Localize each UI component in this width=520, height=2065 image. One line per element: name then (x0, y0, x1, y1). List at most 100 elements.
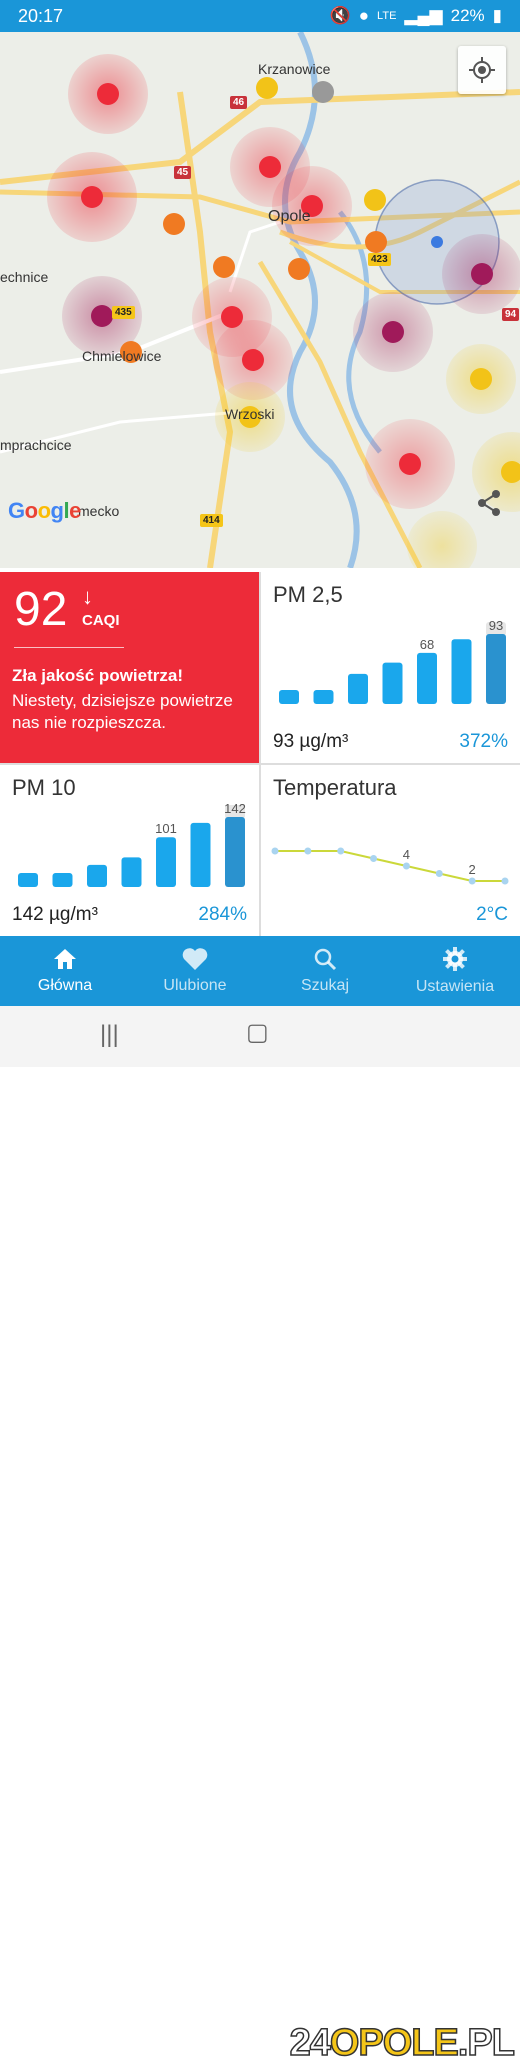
temperature-point (402, 862, 410, 870)
sensor-marker[interactable] (364, 189, 386, 211)
metrics-grid: 92 ↓ CAQI Zła jakość powietrza! Niestety… (0, 572, 520, 936)
road-shield: 46 (230, 96, 248, 109)
road-shield: 423 (368, 253, 391, 266)
bar-mark (417, 652, 437, 704)
bar-mark (190, 822, 211, 887)
nav-settings[interactable]: Ustawienia (390, 936, 520, 1006)
sensor-marker[interactable] (221, 306, 243, 328)
sensor-marker[interactable] (81, 186, 103, 208)
bar-mark (451, 639, 472, 704)
nav-search[interactable]: Szukaj (260, 936, 390, 1006)
temperature-point (271, 847, 279, 855)
nav-home-label: Główna (37, 977, 93, 994)
sensor-marker[interactable] (399, 453, 421, 475)
sensor-marker[interactable] (256, 77, 278, 99)
network-label: LTE (377, 10, 397, 22)
bar-value-label: 142 (224, 801, 246, 816)
map-label-domecko: mecko (78, 503, 120, 519)
temperature-point (435, 870, 443, 877)
caqi-headline: Zła jakość powietrza! (12, 666, 183, 685)
sensor-marker[interactable] (213, 256, 235, 278)
trend-down-icon: ↓ (82, 584, 93, 609)
crosshair-icon (469, 57, 495, 83)
temperature-point (304, 847, 312, 855)
map-label-chmielowice: Chmielowice (82, 348, 162, 364)
bar-mark (382, 662, 403, 704)
bar-mark (313, 690, 334, 704)
bar-mark (121, 857, 142, 887)
pm10-percent: 284% (198, 904, 247, 925)
nav-search-label: Szukaj (300, 977, 350, 994)
caqi-description: Niestety, dzisiejsze powietrze nas nie r… (12, 691, 233, 732)
nav-settings-label: Ustawienia (415, 978, 495, 995)
temperature-point (370, 855, 378, 862)
recent-apps-icon[interactable]: ||| (100, 1021, 119, 1049)
bar-value-label: 101 (155, 821, 177, 836)
sensor-marker[interactable] (470, 368, 492, 390)
caqi-unit: CAQI (82, 612, 120, 629)
sensor-marker[interactable] (163, 213, 185, 235)
battery-percent: 22% (450, 6, 485, 25)
sensor-marker[interactable] (312, 81, 334, 103)
bar-value-label: 93 (489, 618, 503, 633)
pm25-percent: 372% (459, 731, 508, 752)
sensor-marker[interactable] (288, 258, 310, 280)
my-location-button[interactable] (458, 46, 506, 94)
map-label-wrzoski: Wrzoski (225, 406, 275, 422)
watermark-logo: 24OPOLE.PL (289, 2021, 516, 2065)
bar-mark (486, 634, 506, 704)
bar-value-label: 68 (420, 637, 434, 652)
status-bar: 20:17 🔇 ● LTE ▂▄▆ 22% ▮ (0, 0, 520, 32)
sensor-marker[interactable] (91, 305, 113, 327)
status-time: 20:17 (18, 5, 64, 26)
sensor-marker[interactable] (382, 321, 404, 343)
temperature-point (337, 847, 345, 855)
battery-icon: ▮ (492, 6, 502, 25)
nav-home[interactable]: Główna (0, 936, 130, 1006)
gear-icon (443, 947, 467, 971)
caqi-tile[interactable]: 92 ↓ CAQI Zła jakość powietrza! Niestety… (0, 572, 259, 763)
heart-icon (182, 948, 208, 970)
google-logo: Google (8, 498, 81, 523)
map-label-krzanowice: Krzanowice (258, 61, 331, 77)
pm10-title: PM 10 (12, 775, 76, 800)
map-label-prachcice: mprachcice (0, 437, 72, 453)
status-icons: 🔇 ● LTE ▂▄▆ 22% ▮ (330, 6, 502, 26)
temperature-label: 4 (403, 847, 410, 862)
bottom-navigation: Główna Ulubione Szukaj Ustawienia (0, 936, 520, 1006)
location-icon: ● (358, 6, 370, 25)
caqi-value: 92 (14, 583, 68, 636)
sensor-marker[interactable] (242, 349, 264, 371)
bar-mark (279, 690, 299, 704)
map-label-opole: Opole (268, 208, 311, 225)
sensor-marker[interactable] (501, 461, 520, 483)
pm10-value: 142 µg/m³ (12, 904, 98, 925)
temperature-value: 2°C (476, 904, 508, 925)
sensor-marker[interactable] (365, 231, 387, 253)
road-shield: 94 (502, 308, 520, 321)
sensor-marker[interactable] (259, 156, 281, 178)
sensor-marker[interactable] (471, 263, 493, 285)
bar-mark (87, 864, 107, 887)
pm25-title: PM 2,5 (273, 582, 343, 607)
pm25-tile[interactable]: 68 93 PM 2,5 93 µg/m³ 372% (261, 572, 520, 763)
search-icon (314, 948, 337, 971)
air-quality-map[interactable]: Krzanowice Opole echnice Chmielowice Wrz… (0, 32, 520, 568)
road-shield: 414 (200, 514, 223, 527)
mute-icon: 🔇 (329, 6, 351, 25)
divider (14, 647, 124, 648)
temperature-label: 2 (469, 862, 476, 877)
bar-mark (156, 837, 176, 887)
pm25-value: 93 µg/m³ (273, 731, 349, 752)
temperature-tile[interactable]: 4 2 Temperatura 2°C (261, 765, 520, 936)
nav-favorites[interactable]: Ulubione (130, 936, 260, 1006)
signal-icon: ▂▄▆ (404, 6, 443, 25)
home-icon (54, 949, 76, 969)
share-icon[interactable] (474, 488, 504, 518)
temperature-title: Temperatura (273, 775, 397, 800)
home-button-icon[interactable]: ▢ (246, 1018, 269, 1047)
sensor-marker[interactable] (97, 83, 119, 105)
pm10-tile[interactable]: 101 142 PM 10 142 µg/m³ 284% (0, 765, 259, 936)
bar-mark (225, 817, 245, 887)
map-label-technice: echnice (0, 269, 49, 285)
